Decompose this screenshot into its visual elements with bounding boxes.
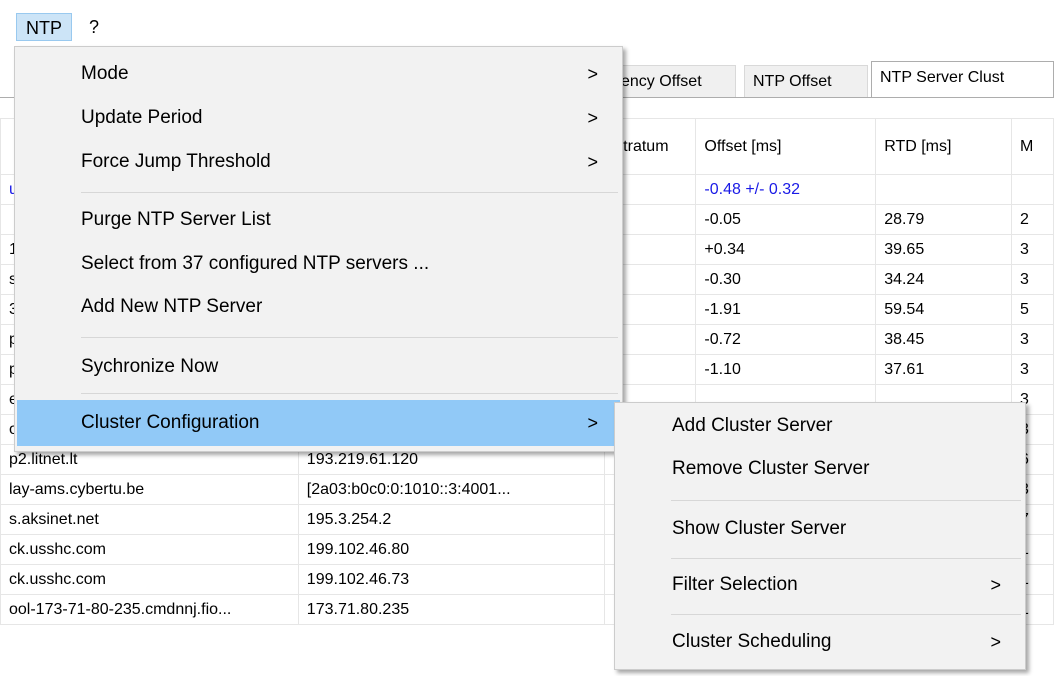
menu-item-cluster-scheduling[interactable]: Cluster Scheduling >	[617, 621, 1023, 663]
menu-separator	[671, 500, 1021, 501]
table-cell: -0.48 +/- 0.32	[695, 174, 877, 205]
table-cell: 39.65	[875, 234, 1012, 265]
menu-item-label: Add New NTP Server	[81, 296, 263, 317]
table-cell: 59.54	[875, 294, 1012, 325]
menu-separator	[671, 558, 1021, 559]
table-cell: 199.102.46.80	[297, 534, 605, 565]
table-cell: 38.45	[875, 324, 1012, 355]
menu-item-label: Purge NTP Server List	[81, 209, 271, 230]
table-cell: 3	[1011, 354, 1054, 385]
table-cell: 3	[1011, 264, 1054, 295]
menu-separator	[81, 393, 618, 394]
menu-separator	[81, 337, 618, 338]
menu-item-label: Select from 37 configured NTP servers ..…	[81, 253, 430, 274]
col-header-offset[interactable]: Offset [ms]	[695, 118, 877, 175]
menu-item-add-ntp-server[interactable]: Add New NTP Server	[17, 286, 620, 328]
menu-item-cluster-configuration[interactable]: Cluster Configuration >	[17, 400, 620, 446]
menu-item-filter-selection[interactable]: Filter Selection >	[617, 564, 1023, 606]
tab-ntp-offset[interactable]: NTP Offset	[744, 65, 868, 97]
col-header-rtd[interactable]: RTD [ms]	[875, 118, 1012, 175]
menu-ntp[interactable]: NTP	[16, 13, 72, 41]
chevron-right-icon: >	[587, 108, 598, 128]
ntp-menu: Mode > Update Period > Force Jump Thresh…	[14, 46, 623, 452]
table-cell: -0.05	[695, 204, 877, 235]
table-cell: ck.usshc.com	[0, 564, 299, 595]
table-cell: -1.10	[695, 354, 877, 385]
col-header-m[interactable]: M	[1011, 118, 1054, 175]
menu-item-label: Filter Selection	[672, 574, 798, 595]
chevron-right-icon: >	[990, 575, 1001, 595]
table-cell: 195.3.254.2	[297, 504, 605, 535]
table-cell: 3	[1011, 234, 1054, 265]
chevron-right-icon: >	[990, 632, 1001, 652]
menu-item-update-period[interactable]: Update Period >	[17, 97, 620, 139]
table-cell: -1.91	[695, 294, 877, 325]
menu-item-label: Sychronize Now	[81, 356, 219, 377]
menu-item-label: Update Period	[81, 107, 203, 128]
table-cell: ck.usshc.com	[0, 534, 299, 565]
table-cell	[1011, 174, 1054, 205]
table-cell: ool-173-71-80-235.cmdnnj.fio...	[0, 594, 299, 625]
menu-item-label: Force Jump Threshold	[81, 151, 271, 172]
menu-item-force-jump-threshold[interactable]: Force Jump Threshold >	[17, 141, 620, 183]
chevron-right-icon: >	[587, 413, 598, 433]
menu-item-add-cluster-server[interactable]: Add Cluster Server	[617, 405, 1023, 447]
table-cell: 3	[1011, 324, 1054, 355]
table-cell: 28.79	[875, 204, 1012, 235]
menu-item-select-configured-servers[interactable]: Select from 37 configured NTP servers ..…	[17, 243, 620, 285]
tab-frequency-offset[interactable]: ency Offset	[612, 65, 736, 97]
table-cell: 34.24	[875, 264, 1012, 295]
table-cell: 173.71.80.235	[297, 594, 605, 625]
menu-help[interactable]: ?	[80, 13, 108, 41]
table-cell: 199.102.46.73	[297, 564, 605, 595]
menu-item-show-cluster-server[interactable]: Show Cluster Server	[617, 508, 1023, 550]
tab-ntp-server-cluster[interactable]: NTP Server Clust	[871, 61, 1054, 98]
menu-item-label: Add Cluster Server	[672, 415, 833, 436]
menu-item-label: Cluster Configuration	[81, 412, 260, 433]
table-cell	[875, 174, 1012, 205]
chevron-right-icon: >	[587, 152, 598, 172]
menu-item-label: Remove Cluster Server	[672, 458, 870, 479]
table-cell: 37.61	[875, 354, 1012, 385]
table-cell: s.aksinet.net	[0, 504, 299, 535]
menu-item-remove-cluster-server[interactable]: Remove Cluster Server	[617, 448, 1023, 490]
cluster-configuration-submenu: Add Cluster Server Remove Cluster Server…	[614, 402, 1026, 670]
menu-separator	[81, 192, 618, 193]
menu-item-label: Cluster Scheduling	[672, 631, 832, 652]
chevron-right-icon: >	[587, 64, 598, 84]
menu-bar: NTP ?	[0, 0, 1054, 41]
menu-item-synchronize-now[interactable]: Sychronize Now	[17, 346, 620, 388]
menu-separator	[671, 614, 1021, 615]
table-cell: -0.30	[695, 264, 877, 295]
menu-item-purge-server-list[interactable]: Purge NTP Server List	[17, 199, 620, 241]
table-cell: 5	[1011, 294, 1054, 325]
menu-item-label: Show Cluster Server	[672, 518, 847, 539]
table-cell: [2a03:b0c0:0:1010::3:4001...	[297, 474, 605, 505]
table-cell: +0.34	[695, 234, 877, 265]
menu-item-label: Mode	[81, 63, 129, 84]
table-cell: -0.72	[695, 324, 877, 355]
menu-item-mode[interactable]: Mode >	[17, 53, 620, 95]
table-cell: 2	[1011, 204, 1054, 235]
table-cell: lay-ams.cybertu.be	[0, 474, 299, 505]
